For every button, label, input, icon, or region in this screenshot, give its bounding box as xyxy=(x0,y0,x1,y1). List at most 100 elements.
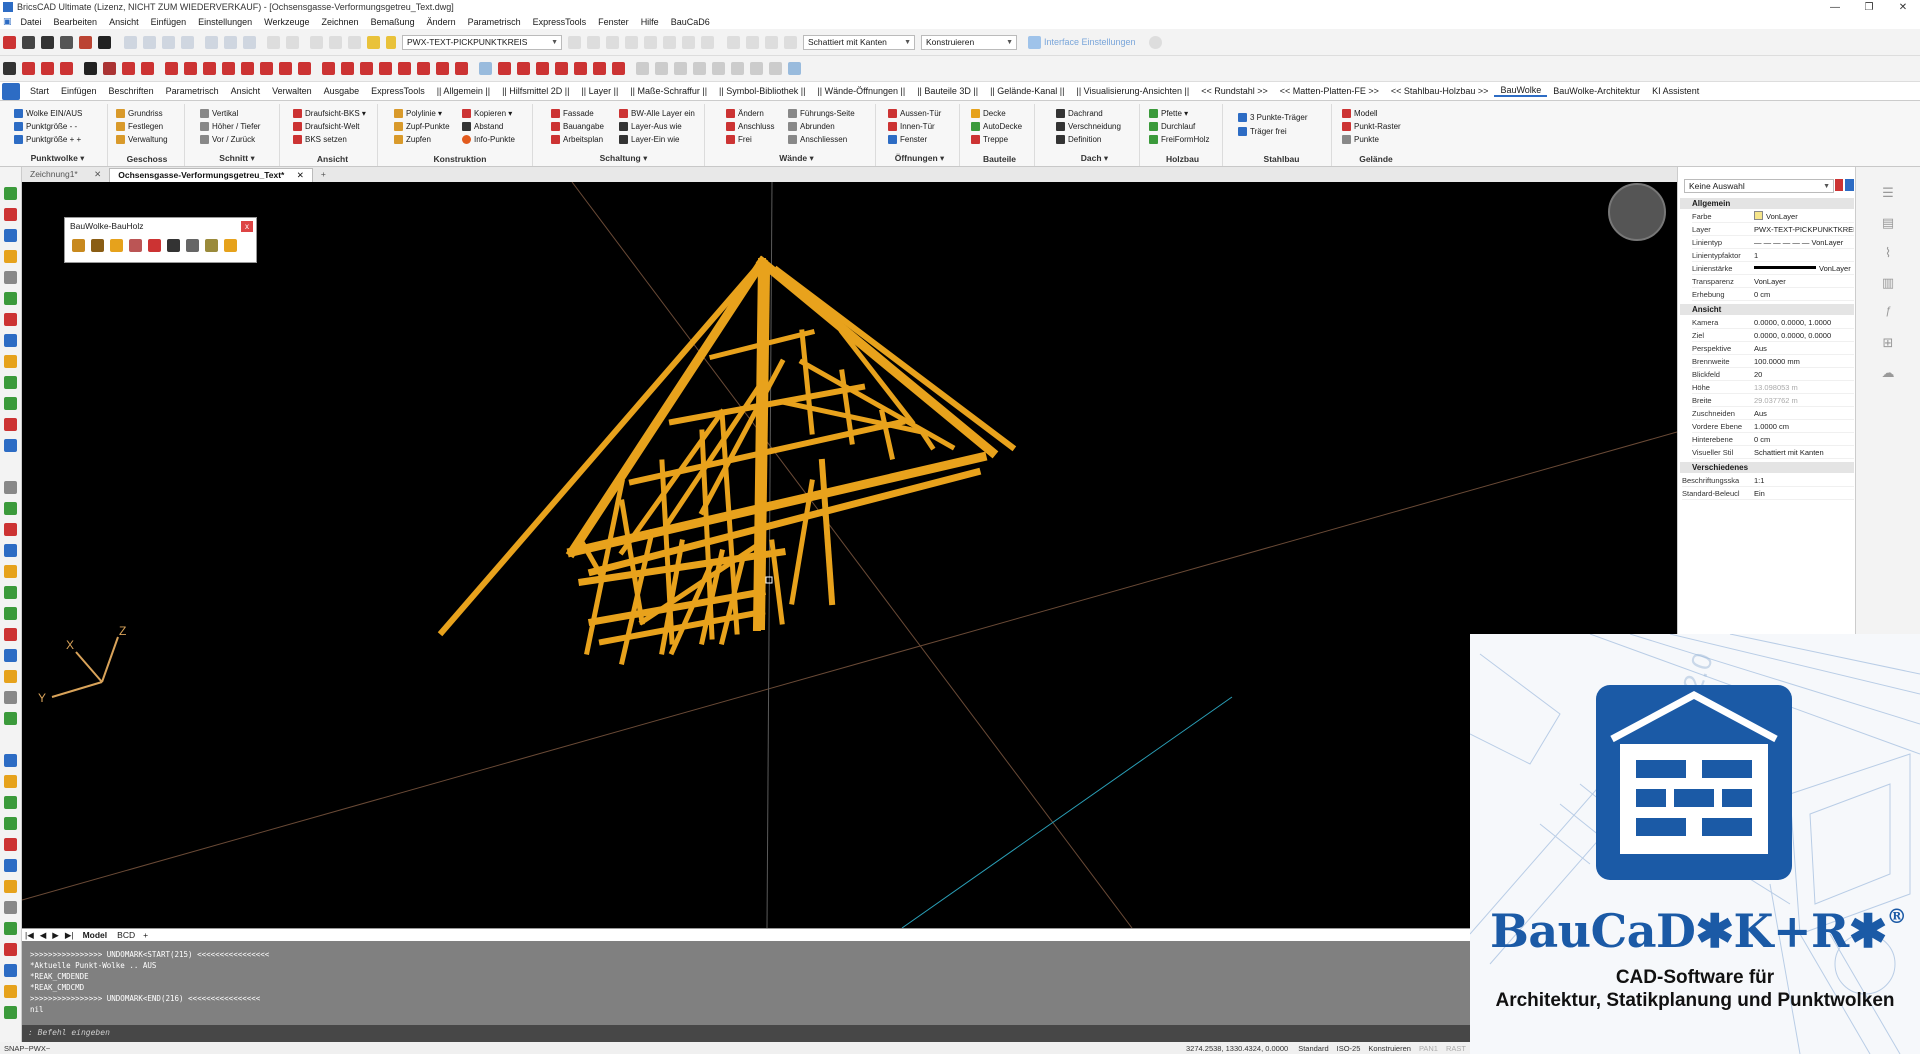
viewport-icon[interactable] xyxy=(727,35,740,49)
menu-item[interactable]: Hilfe xyxy=(635,17,665,27)
ribbon-button[interactable]: Durchlauf xyxy=(1149,122,1195,131)
attach-icon[interactable]: ⌇ xyxy=(1878,245,1898,263)
nav-last-button[interactable]: ▶| xyxy=(62,930,77,941)
explode-icon[interactable] xyxy=(455,62,468,75)
ribbon-tab[interactable]: || Allgemein || xyxy=(431,86,496,96)
model-canvas[interactable]: Z X Y xyxy=(22,182,1677,928)
arc-icon[interactable] xyxy=(203,62,216,75)
left-tool-icon[interactable] xyxy=(4,1006,17,1019)
ribbon-tab[interactable]: || Wände-Öffnungen || xyxy=(811,86,911,96)
status-item[interactable]: Standard xyxy=(1294,1044,1332,1053)
ribbon-button[interactable]: Höher / Tiefer xyxy=(200,122,260,131)
property-group-verschiedenes[interactable]: Verschiedenes xyxy=(1680,462,1854,473)
left-tool-icon[interactable] xyxy=(4,712,17,725)
layers-panel-icon[interactable]: ▤ xyxy=(1878,215,1898,233)
polyline-icon[interactable] xyxy=(184,62,197,75)
ribbon-button[interactable]: Wolke EIN/AUS xyxy=(14,109,82,118)
osnap-midpoint-icon[interactable] xyxy=(655,62,668,75)
menu-item[interactable]: Einfügen xyxy=(145,17,193,27)
ribbon-button[interactable]: Modell xyxy=(1342,109,1378,118)
status-item[interactable]: RAST xyxy=(1442,1044,1470,1053)
property-row[interactable]: Breite 29.037762 m xyxy=(1692,394,1854,407)
osnap-quadrant-icon[interactable] xyxy=(712,62,725,75)
property-row[interactable]: Linientyp — — — — — — VonLayer xyxy=(1692,236,1854,249)
ribbon-button[interactable]: Ändern xyxy=(726,109,764,118)
ribbon-button[interactable]: Draufsicht-BKS ▾ xyxy=(293,109,366,118)
open-file-icon[interactable] xyxy=(143,35,156,49)
menu-item[interactable]: Ansicht xyxy=(103,17,145,27)
property-row[interactable]: Höhe 13.098053 m xyxy=(1692,381,1854,394)
ribbon-button[interactable]: Punktgröße + + xyxy=(14,135,81,144)
beam-icon[interactable] xyxy=(91,239,104,252)
ribbon-tab[interactable]: || Symbol-Bibliothek || xyxy=(713,86,811,96)
doc-tab-active[interactable]: Ochsensgasse-Verformungsgetreu_Text* ✕ xyxy=(109,168,313,182)
layer-dropdown[interactable]: PWX-TEXT-PICKPUNKTKREIS ▼ xyxy=(402,34,562,50)
panel-title[interactable]: Wände ▾ xyxy=(718,153,875,164)
left-tool-icon[interactable] xyxy=(4,880,17,893)
left-tool-icon[interactable] xyxy=(4,481,17,494)
nav-prev-button[interactable]: ◀ xyxy=(37,930,50,941)
ribbon-button[interactable]: Draufsicht-Welt xyxy=(293,122,360,131)
left-tool-icon[interactable] xyxy=(4,691,17,704)
ribbon-button[interactable]: Punktgröße - - xyxy=(14,122,77,131)
timber-beam[interactable] xyxy=(619,529,655,665)
left-tool-icon[interactable] xyxy=(4,565,17,578)
left-tool-icon[interactable] xyxy=(4,187,17,200)
app-menu-icon[interactable]: ▣ xyxy=(0,16,15,27)
layer-isolate-icon[interactable] xyxy=(606,35,619,49)
property-row[interactable]: Visueller Stil Schattiert mit Kanten xyxy=(1692,446,1854,459)
ribbon-button[interactable]: Anschluss xyxy=(726,122,774,131)
rectangle-icon[interactable] xyxy=(241,62,254,75)
model-tab[interactable]: Model xyxy=(77,930,114,940)
close-icon[interactable]: ✕ xyxy=(94,169,101,179)
line-icon[interactable] xyxy=(84,62,97,75)
save-as-icon[interactable] xyxy=(181,35,194,49)
profile-icon[interactable] xyxy=(186,239,199,252)
ellipse-icon[interactable] xyxy=(260,62,273,75)
ribbon-button[interactable]: Fenster xyxy=(888,135,927,144)
left-tool-icon[interactable] xyxy=(4,544,17,557)
left-tool-icon[interactable] xyxy=(4,775,17,788)
ribbon-tab[interactable]: BauWolke-Architektur xyxy=(1547,86,1646,96)
chamfer-icon[interactable] xyxy=(398,62,411,75)
ribbon-button[interactable]: Fassade xyxy=(551,109,594,118)
ribbon-button[interactable]: Zupf-Punkte xyxy=(394,122,450,131)
panel-title[interactable]: Öffnungen ▾ xyxy=(880,153,959,164)
trim-icon[interactable] xyxy=(322,62,335,75)
print-icon[interactable] xyxy=(224,35,237,49)
light-bulb-icon[interactable] xyxy=(329,35,342,49)
match-properties-icon[interactable] xyxy=(310,35,323,49)
ribbon-button[interactable]: FreiFormHolz xyxy=(1149,135,1209,144)
menu-item[interactable]: Bearbeiten xyxy=(48,17,104,27)
timber-beam[interactable] xyxy=(818,458,836,606)
length-icon[interactable] xyxy=(167,239,180,252)
osnap-perpendicular-icon[interactable] xyxy=(750,62,763,75)
layout-tab[interactable]: BCD xyxy=(113,930,139,940)
ribbon-button[interactable]: BKS setzen xyxy=(293,135,347,144)
list-export-icon[interactable] xyxy=(224,239,237,252)
panel-title[interactable]: Schaltung ▾ xyxy=(543,153,704,164)
ribbon-button[interactable]: Polylinie ▾ xyxy=(394,109,442,118)
sun-icon[interactable] xyxy=(348,35,361,49)
maximize-button[interactable]: ❐ xyxy=(1852,2,1886,13)
hatch-icon[interactable] xyxy=(279,62,292,75)
structure-icon[interactable]: ⊞ xyxy=(1878,335,1898,353)
select-icon[interactable] xyxy=(479,62,492,75)
move-icon[interactable] xyxy=(498,62,511,75)
property-row[interactable]: Erhebung 0 cm xyxy=(1692,288,1854,301)
panel-title[interactable]: Dach ▾ xyxy=(1050,153,1139,164)
ribbon-button[interactable]: Punkt-Raster xyxy=(1342,122,1401,131)
app-button-icon[interactable] xyxy=(2,82,20,100)
connection-icon[interactable] xyxy=(129,239,142,252)
add-layout-button[interactable]: + xyxy=(139,930,152,940)
ribbon-tab[interactable]: << Matten-Platten-FE >> xyxy=(1274,86,1385,96)
property-row[interactable]: Perspektive Aus xyxy=(1692,342,1854,355)
layer-previous-icon[interactable] xyxy=(568,35,581,49)
layer-lock-icon[interactable] xyxy=(663,35,676,49)
close-button[interactable]: ✕ xyxy=(1886,2,1920,13)
layer-walk-icon[interactable] xyxy=(682,35,695,49)
property-row[interactable]: Transparenz VonLayer xyxy=(1692,275,1854,288)
panel-title[interactable]: Punktwolke ▾ xyxy=(8,153,107,164)
left-tool-icon[interactable] xyxy=(4,376,17,389)
wall-icon[interactable] xyxy=(141,62,154,75)
